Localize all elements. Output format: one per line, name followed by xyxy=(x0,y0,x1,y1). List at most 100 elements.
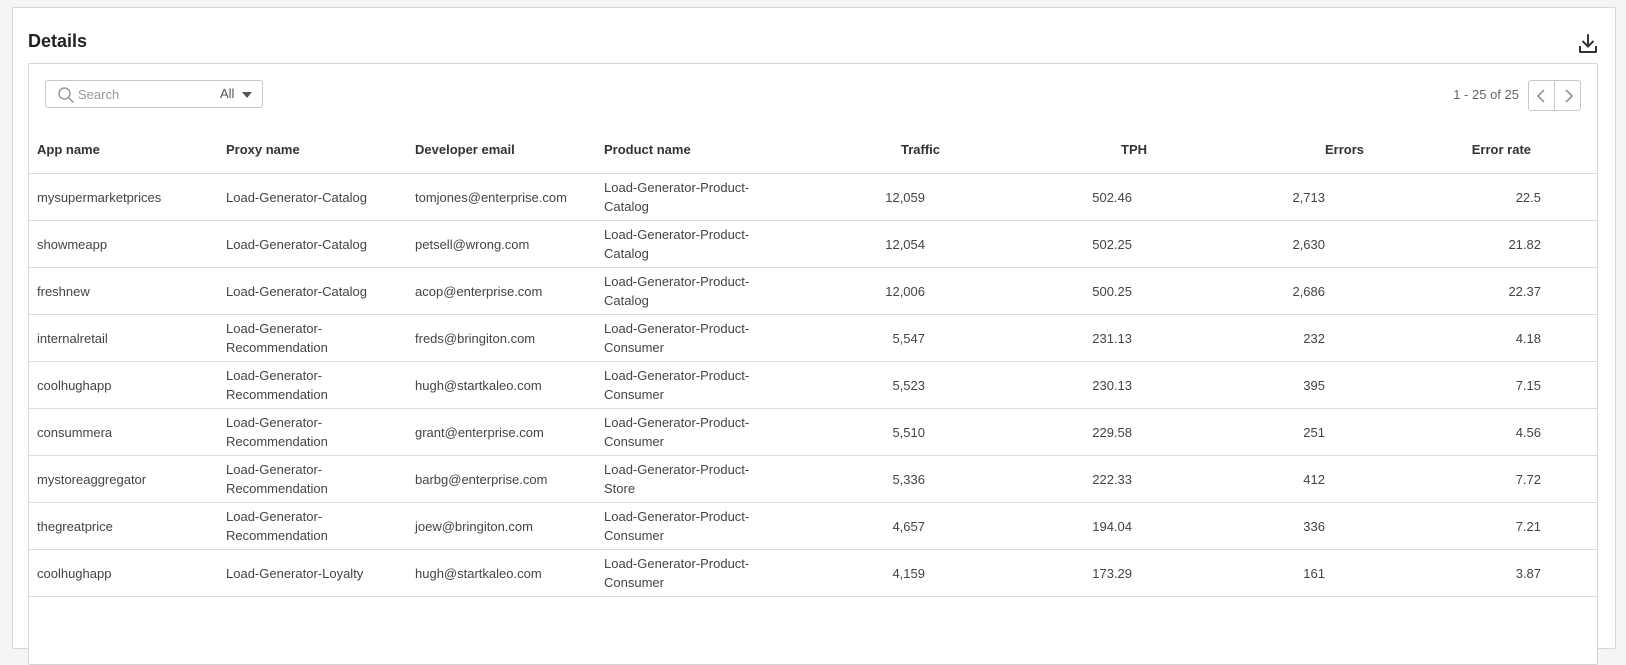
app-name-text: consummera xyxy=(37,424,113,440)
app-name-text: showmeapp xyxy=(37,236,108,252)
table-row[interactable]: showmeapp Load-Generator-Catalog petsell@w… xyxy=(29,220,1597,268)
proxy-name-text: Load-Generator-Catalog xyxy=(226,189,367,205)
pagination-text: 1 - 25 of 25 xyxy=(1453,87,1519,102)
search-box[interactable]: All xyxy=(45,80,263,108)
proxy-name-text: Load-Generator- Recommendation xyxy=(226,368,328,402)
card-header: Details xyxy=(28,24,1600,64)
download-icon[interactable] xyxy=(1576,32,1600,56)
cell-developer-email: freds@bringiton.com xyxy=(407,314,596,362)
developer-email-text: freds@bringiton.com xyxy=(415,330,536,346)
cell-product-name: Load-Generator-Product- Catalog xyxy=(596,173,785,221)
cell-errors: 2,713 xyxy=(1167,173,1373,221)
cell-tph: 502.46 xyxy=(950,173,1167,221)
cell-errors: 161 xyxy=(1167,549,1373,597)
table-row[interactable]: mysupermarketprices Load-Generator-Catalo… xyxy=(29,173,1597,221)
cell-proxy-name: Load-Generator-Catalog xyxy=(218,220,407,268)
cell-proxy-name: Load-Generator-Loyalty xyxy=(218,549,407,597)
cell-tph: 230.13 xyxy=(950,361,1167,409)
cell-product-name: Load-Generator-Product- Consumer xyxy=(596,549,785,597)
chevron-down-icon xyxy=(242,91,253,98)
column-header-app-name[interactable]: App name xyxy=(29,126,218,174)
table-row[interactable]: freshnew Load-Generator-Catalog acop@enter… xyxy=(29,267,1597,315)
cell-proxy-name: Load-Generator-Catalog xyxy=(218,267,407,315)
column-header-error-rate[interactable]: Error rate xyxy=(1373,126,1597,174)
cell-error-rate: 3.87 xyxy=(1373,549,1597,597)
developer-email-text: hugh@startkaleo.com xyxy=(415,377,542,393)
column-header-traffic[interactable]: Traffic xyxy=(785,126,950,174)
developer-email-text: grant@enterprise.com xyxy=(415,424,544,440)
app-name-text: thegreatprice xyxy=(37,518,113,534)
search-input[interactable] xyxy=(78,84,208,104)
cell-error-rate: 7.72 xyxy=(1373,455,1597,503)
app-name-text: coolhughapp xyxy=(37,377,112,393)
cell-app-name: showmeapp xyxy=(29,220,218,268)
filter-value: All xyxy=(220,86,235,101)
cell-errors: 2,686 xyxy=(1167,267,1373,315)
table-row[interactable]: coolhughapp Load-Generator-Loyalty hugh@st… xyxy=(29,549,1597,597)
previous-page-button[interactable] xyxy=(1528,80,1555,111)
cell-error-rate: 22.37 xyxy=(1373,267,1597,315)
column-header-developer-email[interactable]: Developer email xyxy=(407,126,596,174)
cell-product-name: Load-Generator-Product- Consumer xyxy=(596,502,785,550)
developer-email-text: hugh@startkaleo.com xyxy=(415,565,542,581)
cell-app-name: consummera xyxy=(29,408,218,456)
cell-tph: 231.13 xyxy=(950,314,1167,362)
developer-email-text: petsell@wrong.com xyxy=(415,236,530,252)
table-row[interactable]: coolhughapp Load-Generator- Recommendation… xyxy=(29,361,1597,409)
cell-developer-email: petsell@wrong.com xyxy=(407,220,596,268)
cell-app-name: coolhughapp xyxy=(29,549,218,597)
column-header-product-name[interactable]: Product name xyxy=(596,126,785,174)
cell-error-rate: 22.5 xyxy=(1373,173,1597,221)
cell-product-name: Load-Generator-Product- Consumer xyxy=(596,314,785,362)
next-page-button[interactable] xyxy=(1554,80,1581,111)
cell-proxy-name: Load-Generator- Recommendation xyxy=(218,408,407,456)
cell-developer-email: hugh@startkaleo.com xyxy=(407,361,596,409)
proxy-name-text: Load-Generator-Catalog xyxy=(226,236,367,252)
cell-errors: 336 xyxy=(1167,502,1373,550)
cell-traffic: 4,159 xyxy=(785,549,950,597)
cell-developer-email: acop@enterprise.com xyxy=(407,267,596,315)
cell-tph: 173.29 xyxy=(950,549,1167,597)
product-name-text: Load-Generator-Product- Consumer xyxy=(604,556,750,590)
product-name-text: Load-Generator-Product- Consumer xyxy=(604,321,750,355)
proxy-name-text: Load-Generator- Recommendation xyxy=(226,462,328,496)
proxy-name-text: Load-Generator- Recommendation xyxy=(226,509,328,543)
chevron-right-icon xyxy=(1565,89,1574,103)
table-row[interactable]: internalretail Load-Generator- Recommendat… xyxy=(29,314,1597,362)
cell-app-name: coolhughapp xyxy=(29,361,218,409)
cell-app-name: thegreatprice xyxy=(29,502,218,550)
proxy-name-text: Load-Generator- Recommendation xyxy=(226,415,328,449)
product-name-text: Load-Generator-Product- Consumer xyxy=(604,509,750,543)
table-row[interactable]: consummera Load-Generator- Recommendation g… xyxy=(29,408,1597,456)
app-name-text: coolhughapp xyxy=(37,565,112,581)
product-name-text: Load-Generator-Product- Store xyxy=(604,462,750,496)
chevron-left-icon xyxy=(1536,89,1545,103)
product-name-text: Load-Generator-Product- Consumer xyxy=(604,368,750,402)
table-row[interactable]: thegreatprice Load-Generator- Recommendati… xyxy=(29,502,1597,550)
cell-product-name: Load-Generator-Product- Catalog xyxy=(596,220,785,268)
product-name-text: Load-Generator-Product- Catalog xyxy=(604,227,750,261)
column-header-errors[interactable]: Errors xyxy=(1167,126,1373,174)
column-header-proxy-name[interactable]: Proxy name xyxy=(218,126,407,174)
table-row[interactable]: mystoreaggregator Load-Generator- Recommen… xyxy=(29,455,1597,503)
cell-product-name: Load-Generator-Product- Consumer xyxy=(596,408,785,456)
cell-errors: 232 xyxy=(1167,314,1373,362)
cell-developer-email: grant@enterprise.com xyxy=(407,408,596,456)
product-name-text: Load-Generator-Product- Catalog xyxy=(604,274,750,308)
cell-proxy-name: Load-Generator- Recommendation xyxy=(218,361,407,409)
cell-proxy-name: Load-Generator- Recommendation xyxy=(218,314,407,362)
column-header-tph[interactable]: TPH xyxy=(950,126,1167,174)
developer-email-text: tomjones@enterprise.com xyxy=(415,189,567,205)
cell-traffic: 4,657 xyxy=(785,502,950,550)
app-name-text: internalretail xyxy=(37,330,108,346)
cell-developer-email: barbg@enterprise.com xyxy=(407,455,596,503)
cell-proxy-name: Load-Generator-Catalog xyxy=(218,173,407,221)
cell-errors: 395 xyxy=(1167,361,1373,409)
cell-app-name: freshnew xyxy=(29,267,218,315)
cell-error-rate: 7.15 xyxy=(1373,361,1597,409)
cell-error-rate: 4.56 xyxy=(1373,408,1597,456)
cell-error-rate: 4.18 xyxy=(1373,314,1597,362)
card-title: Details xyxy=(28,31,88,51)
cell-tph: 502.25 xyxy=(950,220,1167,268)
filter-dropdown[interactable]: All xyxy=(220,81,253,107)
